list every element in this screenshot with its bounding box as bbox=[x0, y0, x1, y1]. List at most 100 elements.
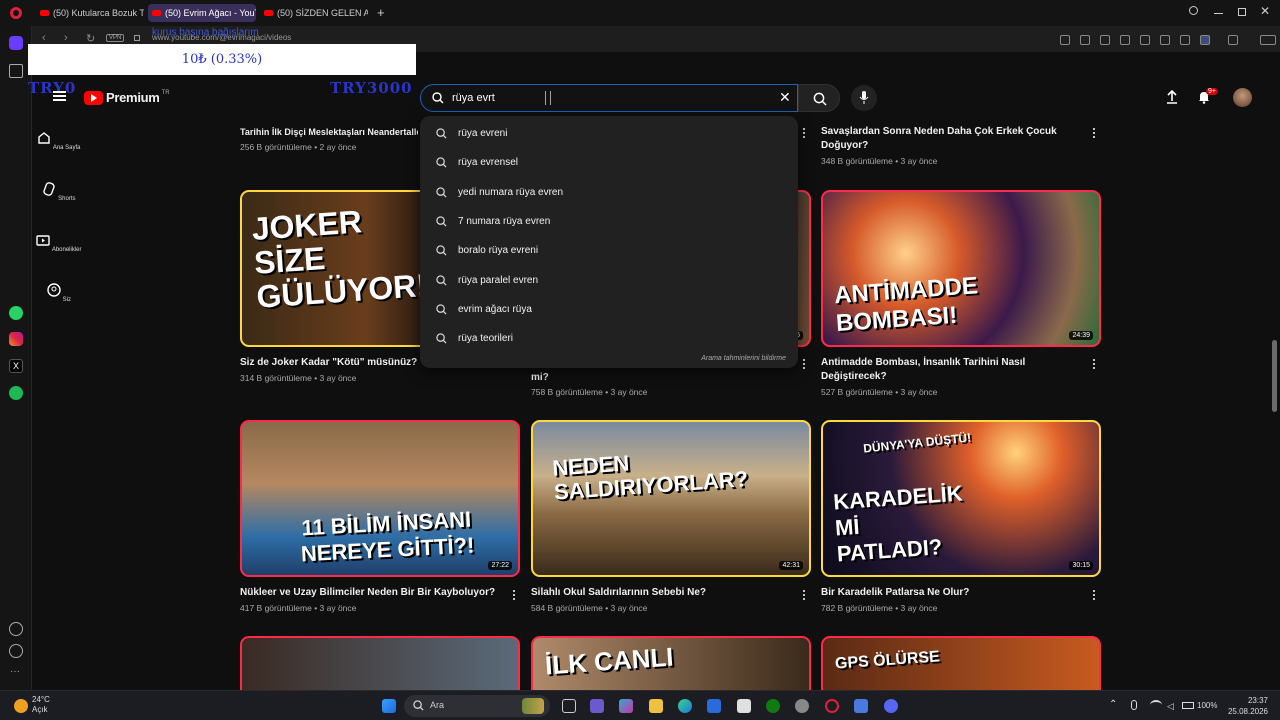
volume-icon[interactable]: ◁ bbox=[1167, 701, 1174, 712]
wifi-icon[interactable] bbox=[1150, 700, 1162, 710]
tray-chevron-icon[interactable]: ⌃ bbox=[1109, 699, 1117, 710]
home-icon[interactable] bbox=[9, 36, 23, 50]
close-window-icon[interactable]: ✕ bbox=[1260, 4, 1270, 18]
weather-widget[interactable]: 24°C Açık bbox=[32, 695, 50, 715]
aria-ai-icon[interactable] bbox=[1260, 35, 1276, 45]
microphone-tray-icon[interactable] bbox=[1131, 700, 1137, 710]
play-icon[interactable] bbox=[1120, 35, 1130, 45]
video-title[interactable]: Nükleer ve Uzay Bilimciler Neden Bir Bir… bbox=[240, 586, 500, 600]
suggestion-item[interactable]: yedi numara rüya evren bbox=[420, 179, 798, 205]
maximize-icon[interactable] bbox=[1238, 8, 1246, 16]
browser-tab-2[interactable]: (50) Evrim Ağacı - YouTub... bbox=[148, 4, 256, 22]
guide-label: Shorts bbox=[58, 196, 76, 202]
video-menu-icon[interactable] bbox=[799, 128, 809, 140]
suggestion-item[interactable]: boralo rüya evreni bbox=[420, 237, 798, 263]
heart-icon[interactable] bbox=[9, 622, 23, 636]
copilot-icon[interactable] bbox=[619, 699, 633, 713]
video-title[interactable]: Antimadde Bombası, İnsanlık Tarihini Nas… bbox=[821, 356, 1081, 384]
app-icon[interactable] bbox=[854, 699, 868, 713]
back-arrow-icon[interactable]: ‹ bbox=[42, 32, 46, 44]
clear-search-icon[interactable]: ✕ bbox=[779, 89, 791, 106]
video-thumbnail[interactable]: ANTİMADDE BOMBASI! 24:39 bbox=[821, 190, 1101, 347]
search-input[interactable]: rüya evrt ✕ bbox=[420, 84, 798, 112]
menu-lines-icon[interactable] bbox=[1180, 35, 1190, 45]
discord-icon[interactable] bbox=[884, 699, 898, 713]
video-title[interactable]: Savaşlardan Sonra Neden Daha Çok Erkek Ç… bbox=[821, 125, 1081, 153]
battery-icon[interactable] bbox=[1182, 702, 1194, 709]
guide-menu-icon[interactable] bbox=[53, 91, 66, 102]
snapshot-icon[interactable] bbox=[1060, 35, 1070, 45]
video-thumbnail[interactable] bbox=[240, 636, 520, 690]
taskbar-search-box[interactable]: Ara bbox=[404, 695, 550, 717]
task-view-icon[interactable] bbox=[562, 699, 576, 713]
guide-item-subscriptions[interactable]: Abonelikler bbox=[36, 233, 82, 253]
suggestion-item[interactable]: rüya evreni bbox=[420, 120, 798, 146]
file-explorer-icon[interactable] bbox=[649, 699, 663, 713]
search-icon bbox=[432, 92, 444, 104]
extensions-cube-icon[interactable] bbox=[1228, 35, 1238, 45]
tab-search-icon[interactable] bbox=[1189, 6, 1198, 15]
page-scrollbar[interactable] bbox=[1272, 340, 1277, 412]
video-thumbnail[interactable]: GPS ÖLÜRSE bbox=[821, 636, 1101, 690]
video-menu-icon[interactable] bbox=[509, 590, 519, 602]
create-upload-icon[interactable] bbox=[1165, 90, 1179, 104]
video-title[interactable]: Bir Karadelik Patlarsa Ne Olur? bbox=[821, 586, 1081, 600]
search-button[interactable] bbox=[798, 84, 840, 112]
bookmarks-star-icon[interactable] bbox=[9, 64, 23, 78]
suggestion-item[interactable]: rüya paralel evren bbox=[420, 267, 798, 293]
youtube-premium-logo[interactable]: Premium TR bbox=[84, 90, 170, 105]
report-suggestions-link[interactable]: Arama tahminlerini bildirme bbox=[701, 355, 786, 362]
download-icon[interactable] bbox=[1160, 35, 1170, 45]
forward-arrow-icon[interactable]: › bbox=[64, 32, 68, 44]
video-thumbnail[interactable]: 11 BİLİM İNSANI NEREYE GİTTİ?! 27:22 bbox=[240, 420, 520, 577]
vpn-badge[interactable]: VPN bbox=[106, 34, 125, 42]
teams-icon[interactable] bbox=[590, 699, 604, 713]
history-clock-icon[interactable] bbox=[9, 644, 23, 658]
video-title[interactable]: Silahlı Okul Saldırılarının Sebebi Ne? bbox=[531, 586, 791, 600]
store-icon[interactable] bbox=[737, 699, 751, 713]
instagram-icon[interactable] bbox=[9, 332, 23, 346]
video-menu-icon[interactable] bbox=[1089, 590, 1099, 602]
browser-tab-1[interactable]: (50) Kutularca Bozuk Tavu... bbox=[36, 4, 144, 22]
video-menu-icon[interactable] bbox=[1089, 359, 1099, 371]
video-title[interactable]: mi? bbox=[531, 371, 791, 385]
more-dots-icon[interactable]: ··· bbox=[10, 666, 20, 677]
video-thumbnail[interactable]: İLK CANLI bbox=[531, 636, 811, 690]
shield-icon[interactable] bbox=[1100, 35, 1110, 45]
whatsapp-icon[interactable] bbox=[9, 306, 23, 320]
settings-gear-icon[interactable] bbox=[795, 699, 809, 713]
video-menu-icon[interactable] bbox=[799, 359, 809, 371]
spotify-icon[interactable] bbox=[9, 386, 23, 400]
suggestion-item[interactable]: 7 numara rüya evren bbox=[420, 208, 798, 234]
system-clock[interactable]: 23:37 25.08.2026 bbox=[1226, 695, 1268, 717]
video-thumbnail[interactable]: DÜNYA'YA DÜŞTÜ! KARADELİK Mİ PATLADI? 30… bbox=[821, 420, 1101, 577]
voice-search-button[interactable] bbox=[851, 85, 877, 111]
heart-outline-icon[interactable] bbox=[1140, 35, 1150, 45]
minimize-icon[interactable] bbox=[1214, 13, 1223, 14]
video-menu-icon[interactable] bbox=[799, 590, 809, 602]
xbox-icon[interactable] bbox=[766, 699, 780, 713]
video-title[interactable]: Tarihin İlk Dişçi Meslektaşları Neandert… bbox=[240, 125, 418, 139]
suggestion-item[interactable]: evrim ağacı rüya bbox=[420, 296, 798, 322]
x-twitter-icon[interactable]: X bbox=[9, 359, 23, 373]
search-icon bbox=[436, 274, 447, 286]
browser-tab-3[interactable]: (50) SİZDEN GELEN ANILA... bbox=[260, 4, 368, 22]
camera-icon[interactable] bbox=[1080, 35, 1090, 45]
windows-start-icon[interactable] bbox=[382, 699, 396, 713]
opera-taskbar-icon[interactable] bbox=[825, 699, 839, 713]
suggestion-item[interactable]: rüya evrensel bbox=[420, 149, 798, 175]
suggestion-item[interactable]: rüya teorileri bbox=[420, 325, 798, 351]
video-menu-icon[interactable] bbox=[1089, 128, 1099, 140]
weather-sun-icon[interactable] bbox=[14, 699, 28, 713]
guide-item-shorts[interactable]: Shorts bbox=[36, 182, 82, 202]
opera-logo-icon[interactable] bbox=[10, 7, 22, 19]
avatar[interactable] bbox=[1233, 88, 1252, 107]
edge-icon[interactable] bbox=[678, 699, 692, 713]
profile-icon[interactable] bbox=[1200, 35, 1210, 45]
editor-icon[interactable] bbox=[707, 699, 721, 713]
home-icon bbox=[38, 132, 51, 144]
new-tab-plus-icon[interactable]: + bbox=[377, 5, 385, 20]
guide-item-home[interactable]: Ana Sayfa bbox=[36, 131, 82, 151]
guide-item-you[interactable]: Siz bbox=[36, 283, 82, 303]
video-thumbnail[interactable]: NEDEN SALDIRIYORLAR? 42:31 bbox=[531, 420, 811, 577]
